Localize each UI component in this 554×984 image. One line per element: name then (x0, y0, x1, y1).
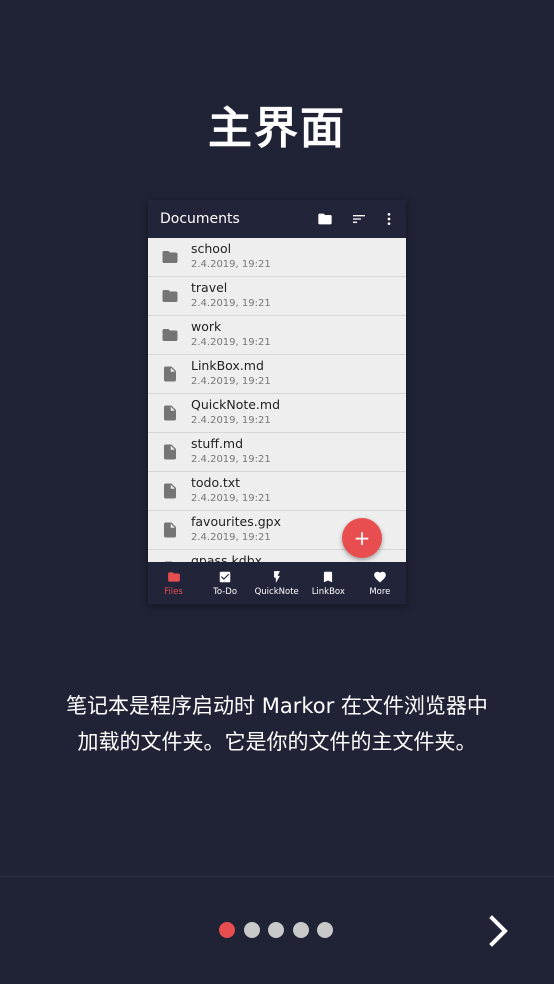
file-name: work (191, 319, 222, 334)
file-date: 2.4.2019, 19:21 (191, 454, 271, 465)
file-icon (164, 444, 176, 460)
preview-file-row: LinkBox.md 2.4.2019, 19:21 (148, 355, 406, 394)
footer-divider (0, 876, 554, 877)
lightning-icon (273, 571, 280, 583)
preview-tab-label: More (369, 587, 391, 597)
folder-icon (318, 213, 332, 225)
page-dot[interactable] (219, 922, 235, 938)
more-vert-icon (387, 213, 391, 225)
preview-bottom-nav: Files To-Do QuickNote LinkBox More (148, 562, 406, 604)
file-icon (164, 366, 176, 382)
chevron-right-icon (489, 915, 508, 947)
preview-toolbar: Documents (148, 200, 406, 238)
file-date: 2.4.2019, 19:21 (191, 532, 271, 543)
file-date: 2.4.2019, 19:21 (191, 493, 271, 504)
preview-tab-quicknote: QuickNote (251, 562, 302, 604)
file-date: 2.4.2019, 19:21 (191, 376, 271, 387)
bookmark-icon (324, 571, 333, 583)
page-description: 笔记本是程序启动时 Markor 在文件浏览器中 加载的文件夹。它是你的文件的主… (20, 688, 534, 760)
preview-tab-label: Files (164, 587, 183, 597)
file-name: todo.txt (191, 475, 241, 490)
file-date: 2.4.2019, 19:21 (191, 415, 271, 426)
page-dot[interactable] (243, 922, 260, 938)
page-dot[interactable] (292, 922, 309, 938)
page-dot[interactable] (268, 922, 284, 938)
preview-file-row: travel 2.4.2019, 19:21 (148, 277, 406, 316)
preview-tab-label: QuickNote (254, 587, 299, 597)
folder-icon (162, 290, 178, 302)
app-preview-screenshot: Documents school 2.4.2019, 19:21 travel 2.4… (148, 200, 406, 604)
file-date: 2.4.2019, 19:21 (191, 259, 271, 270)
preview-tab-more: More (354, 562, 405, 604)
description-line-2: 加载的文件夹。它是你的文件的主文件夹。 (77, 730, 477, 754)
file-icon (164, 522, 176, 538)
preview-add-fab: + (342, 518, 382, 558)
sort-icon (353, 215, 365, 223)
page-title: 主界面 (208, 103, 346, 154)
description-line-1: 笔记本是程序启动时 Markor 在文件浏览器中 (66, 694, 488, 718)
preview-tab-files: Files (148, 562, 199, 604)
preview-file-row: stuff.md 2.4.2019, 19:21 (148, 433, 406, 472)
folder-icon (162, 329, 178, 341)
preview-file-row: todo.txt 2.4.2019, 19:21 (148, 472, 406, 511)
file-date: 2.4.2019, 19:21 (191, 337, 271, 348)
file-name: stuff.md (191, 436, 244, 451)
heart-icon (374, 571, 386, 583)
preview-tab-label: LinkBox (311, 587, 345, 597)
preview-tab-label: To-Do (213, 587, 238, 597)
file-name: school (191, 241, 232, 256)
page-dot[interactable] (317, 922, 333, 938)
preview-file-row: QuickNote.md 2.4.2019, 19:21 (148, 394, 406, 433)
next-button[interactable] (484, 912, 514, 950)
file-name: QuickNote.md (191, 397, 281, 412)
folder-icon (162, 251, 178, 263)
preview-file-row: school 2.4.2019, 19:21 (148, 238, 406, 277)
file-name: travel (191, 280, 228, 295)
file-icon (164, 483, 176, 499)
preview-tab-linkbox: LinkBox (303, 562, 354, 604)
folder-icon (167, 572, 180, 582)
file-name: LinkBox.md (191, 358, 264, 373)
file-date: 2.4.2019, 19:21 (191, 298, 271, 309)
preview-file-row: work 2.4.2019, 19:21 (148, 316, 406, 355)
preview-toolbar-title: Documents (160, 211, 240, 227)
file-name: favourites.gpx (191, 514, 281, 529)
file-icon (164, 405, 176, 421)
checkbox-icon (219, 571, 231, 583)
preview-tab-todo: To-Do (200, 562, 251, 604)
